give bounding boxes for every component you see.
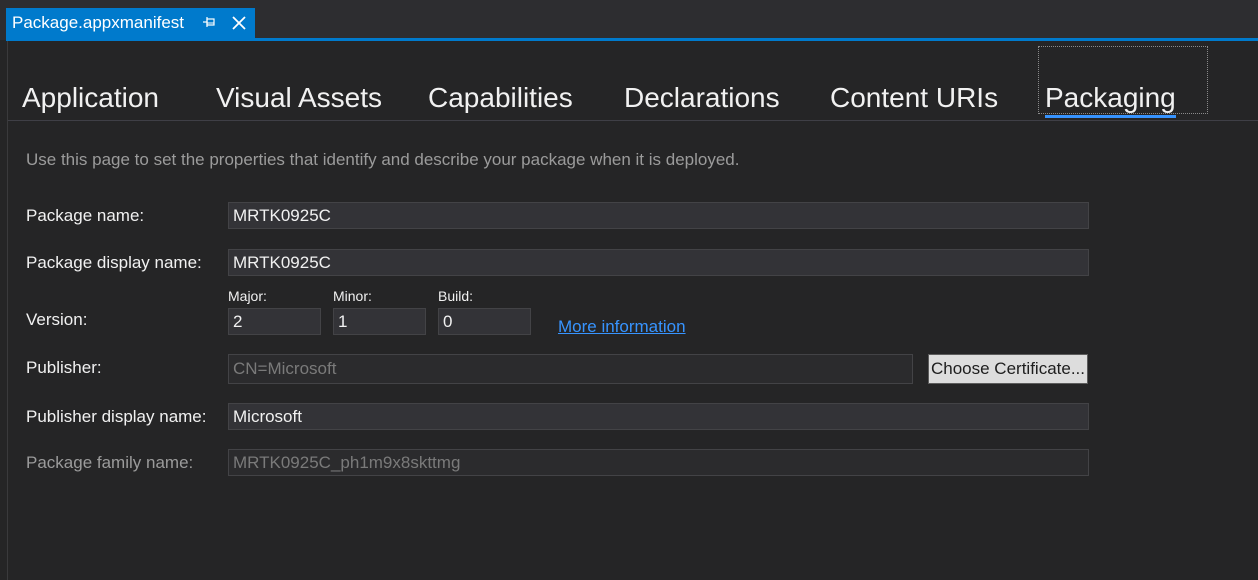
- tab-capabilities[interactable]: Capabilities: [428, 81, 573, 115]
- version-major-input[interactable]: 2: [228, 308, 321, 335]
- package-name-input[interactable]: MRTK0925C: [228, 202, 1089, 229]
- close-icon[interactable]: [232, 16, 246, 30]
- document-tab-title: Package.appxmanifest: [12, 13, 184, 32]
- more-information-link[interactable]: More information: [558, 317, 686, 337]
- version-build-input[interactable]: 0: [438, 308, 531, 335]
- publisher-display-name-input[interactable]: Microsoft: [228, 403, 1089, 430]
- package-family-name-input: MRTK0925C_ph1m9x8skttmg: [228, 449, 1089, 476]
- version-minor-label: Minor:: [333, 288, 372, 304]
- version-minor-input[interactable]: 1: [333, 308, 426, 335]
- version-build-label: Build:: [438, 288, 474, 304]
- choose-certificate-button[interactable]: Choose Certificate...: [928, 354, 1088, 384]
- page-description: Use this page to set the properties that…: [26, 150, 740, 169]
- manifest-editor: Application Visual Assets Capabilities D…: [7, 41, 1258, 580]
- pin-icon[interactable]: [203, 17, 216, 29]
- tab-focus-indicator: [1038, 46, 1208, 114]
- document-tab[interactable]: Package.appxmanifest: [6, 8, 255, 38]
- publisher-label: Publisher:: [26, 358, 102, 377]
- tab-declarations[interactable]: Declarations: [624, 81, 780, 115]
- tab-visual-assets[interactable]: Visual Assets: [216, 81, 382, 115]
- package-name-label: Package name:: [26, 206, 145, 225]
- version-label: Version:: [26, 310, 88, 329]
- tabs-divider: [8, 120, 1258, 121]
- tab-application[interactable]: Application: [22, 81, 159, 115]
- version-major-label: Major:: [228, 288, 267, 304]
- package-display-name-label: Package display name:: [26, 253, 202, 272]
- document-tab-strip: Package.appxmanifest: [0, 0, 1258, 40]
- package-display-name-input[interactable]: MRTK0925C: [228, 249, 1089, 276]
- package-family-name-label: Package family name:: [26, 453, 194, 472]
- tab-content-uris[interactable]: Content URIs: [830, 81, 998, 115]
- publisher-input: CN=Microsoft: [228, 354, 913, 384]
- publisher-display-name-label: Publisher display name:: [26, 407, 207, 426]
